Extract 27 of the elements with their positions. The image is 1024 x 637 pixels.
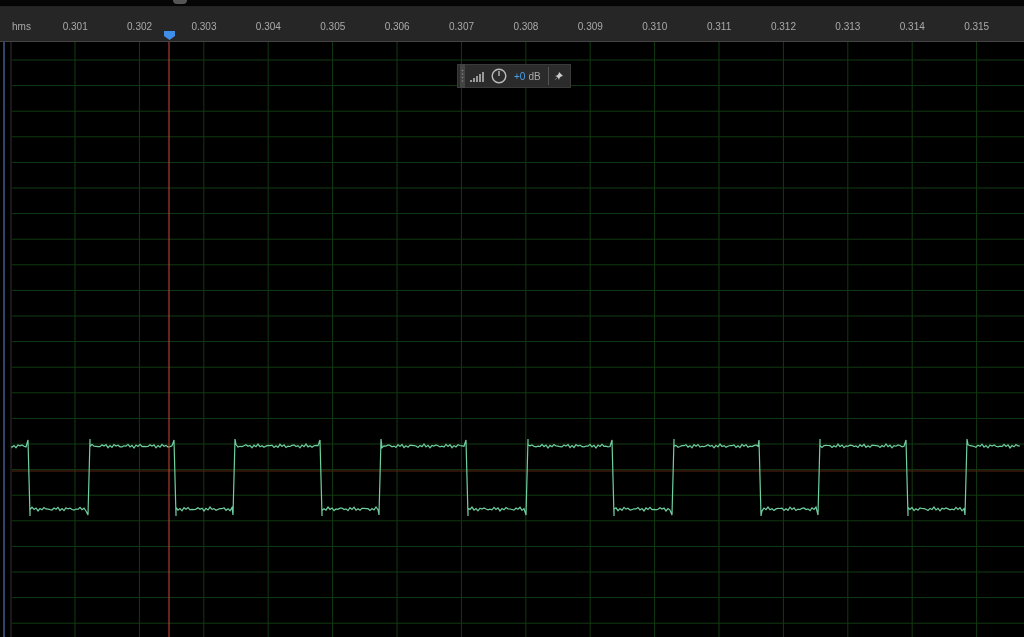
- volume-value[interactable]: +0: [514, 70, 526, 82]
- time-ruler[interactable]: hms 0.301 0.302 0.303 0.304 0.305 0.306 0.307 0.308 0.309 0.310 0.311 0.312 0.313 0.314 0.315: [0, 7, 1024, 42]
- time-label: 0.306: [383, 21, 411, 32]
- waveform-display[interactable]: +0 dB: [0, 42, 1024, 637]
- time-label: 0.305: [319, 21, 347, 32]
- time-label: 0.312: [769, 21, 797, 32]
- pin-icon[interactable]: [554, 71, 564, 81]
- time-label: 0.302: [126, 21, 154, 32]
- scroll-bar[interactable]: [0, 0, 1024, 7]
- playhead-handle[interactable]: [164, 31, 175, 40]
- volume-unit: dB: [528, 70, 541, 82]
- time-label: 0.301: [61, 21, 89, 32]
- time-label: 0.313: [834, 21, 862, 32]
- signal-bars-icon: [470, 70, 486, 82]
- time-label: 0.315: [963, 21, 991, 32]
- time-label: 0.314: [898, 21, 926, 32]
- time-label: 0.309: [576, 21, 604, 32]
- time-label: 0.307: [448, 21, 476, 32]
- time-unit: hms: [12, 21, 32, 32]
- scroll-thumb[interactable]: [173, 0, 187, 4]
- knob-icon[interactable]: [491, 68, 507, 84]
- time-label: 0.304: [254, 21, 282, 32]
- time-label: 0.310: [641, 21, 669, 32]
- time-label: 0.308: [512, 21, 540, 32]
- time-label: 0.311: [705, 21, 733, 32]
- time-label: 0.303: [190, 21, 218, 32]
- grip-icon[interactable]: [460, 64, 465, 88]
